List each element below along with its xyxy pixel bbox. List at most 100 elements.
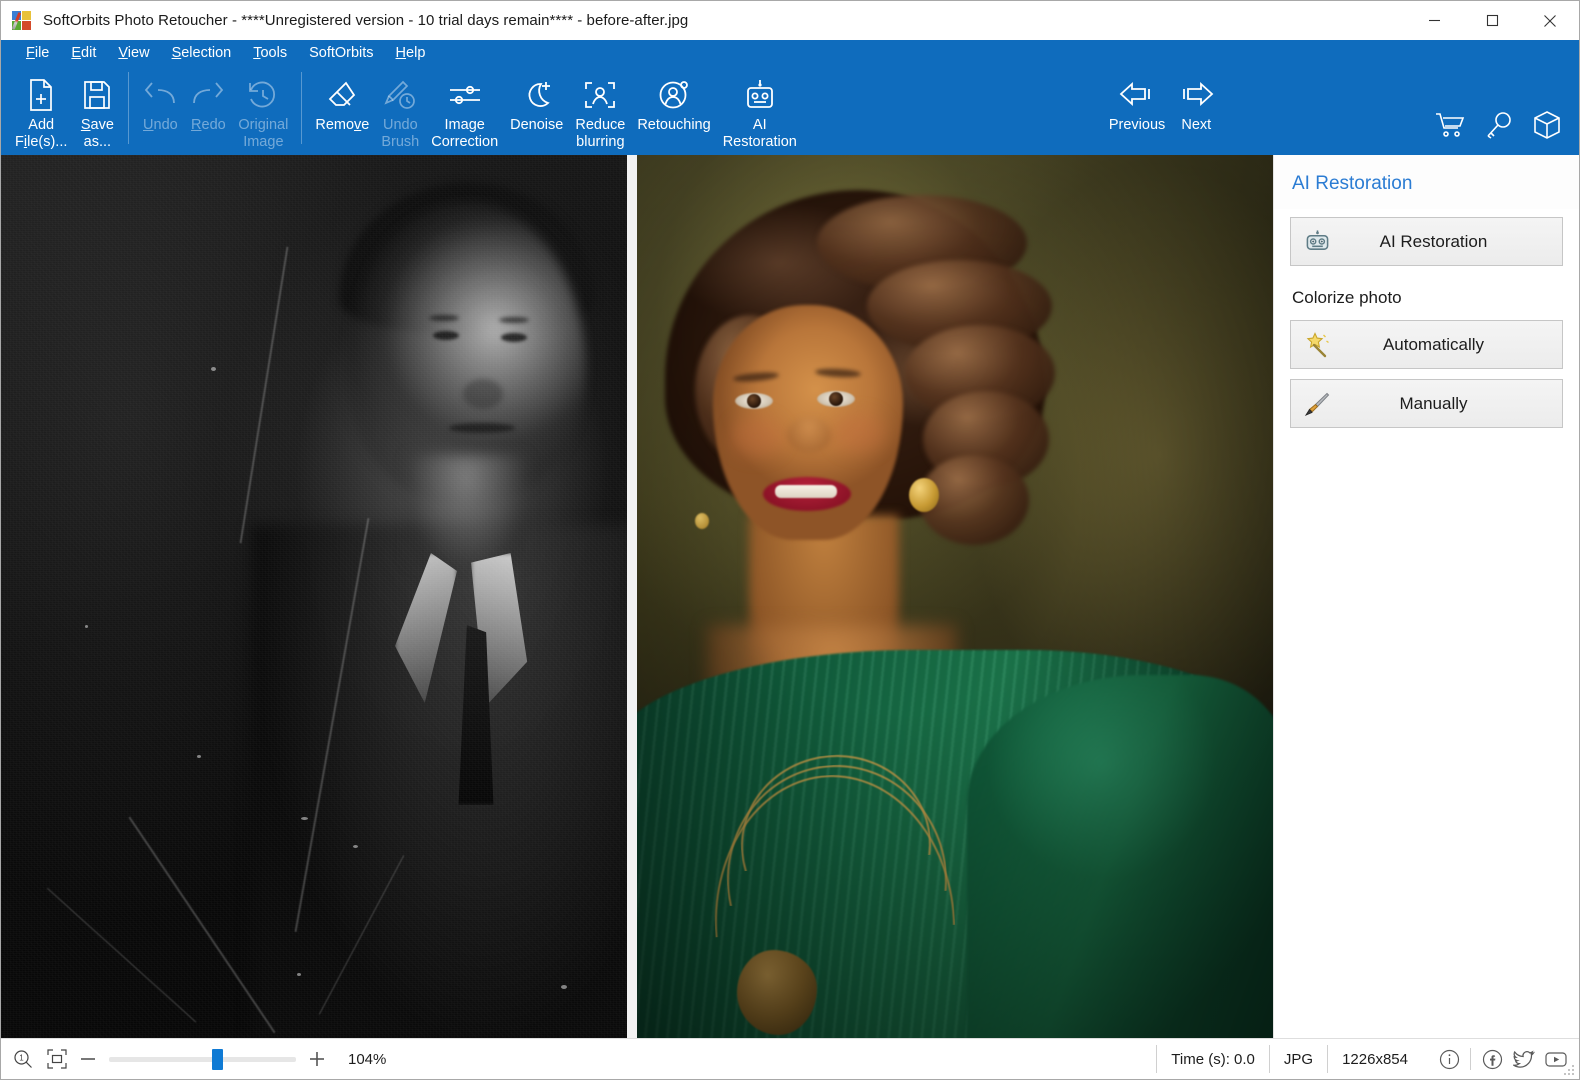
previous-label: Previous [1109, 117, 1165, 134]
menu-item-help[interactable]: Help [385, 43, 437, 63]
facebook-icon[interactable] [1477, 1045, 1507, 1073]
remove-button[interactable]: Remove [309, 66, 375, 155]
colorize-automatically-button[interactable]: Automatically [1290, 320, 1563, 369]
colorize-manually-label: Manually [1291, 394, 1562, 414]
menu-bar: File Edit View Selection Tools SoftOrbit… [1, 40, 1579, 66]
box-icon[interactable] [1533, 111, 1561, 144]
retouching-label: Retouching [637, 117, 710, 134]
window-controls [1405, 1, 1579, 40]
tool-options-panel: AI Restoration AI Restoration [1273, 155, 1579, 1038]
add-files-label: AddFile(s)... [15, 117, 67, 151]
previous-button[interactable]: Previous [1103, 66, 1171, 155]
zoom-slider-track [109, 1057, 296, 1062]
info-icon[interactable] [1434, 1045, 1464, 1073]
menu-item-file[interactable]: File [15, 43, 60, 63]
robot-icon [1304, 229, 1330, 255]
image-canvas[interactable] [1, 155, 1273, 1038]
undo-icon [143, 75, 177, 115]
application-window: SoftOrbits Photo Retoucher - ****Unregis… [0, 0, 1580, 1080]
menu-item-softorbits[interactable]: SoftOrbits [298, 43, 384, 63]
colorize-section-label: Colorize photo [1292, 288, 1563, 308]
undo-button[interactable]: Undo [136, 66, 184, 155]
menu-item-selection[interactable]: Selection [161, 43, 243, 63]
format-status: JPG [1269, 1045, 1327, 1073]
undo-brush-button[interactable]: UndoBrush [375, 66, 425, 155]
reduce-blurring-label: Reduceblurring [575, 117, 625, 151]
save-as-icon [82, 75, 112, 115]
dimensions-status: 1226x854 [1327, 1045, 1422, 1073]
next-button[interactable]: Next [1171, 66, 1221, 155]
maximize-button[interactable] [1463, 1, 1521, 40]
toolbar-group-history: Undo Redo OriginalImage [136, 66, 294, 155]
menu-item-edit[interactable]: Edit [60, 43, 107, 63]
redo-label: Redo [191, 117, 226, 134]
zoom-out-button[interactable] [71, 1045, 105, 1073]
before-image[interactable] [1, 155, 627, 1038]
svg-text:1: 1 [19, 1054, 24, 1063]
add-file-icon [26, 75, 56, 115]
cart-icon[interactable] [1435, 111, 1465, 144]
menu-label-softorbits: SoftOrbits [309, 45, 373, 61]
moon-sparkle-icon [521, 75, 553, 115]
robot-icon [745, 75, 775, 115]
toolbar-group-navigation: Previous Next [1103, 66, 1221, 155]
status-bar: 1 104% Time (s): 0.0 JPG 1226x854 [1, 1038, 1579, 1079]
status-icon-divider [1470, 1048, 1471, 1070]
panel-body: AI Restoration Colorize photo Automatica… [1274, 209, 1579, 438]
main-toolbar: AddFile(s)... Saveas... Undo [1, 66, 1579, 155]
key-icon[interactable] [1485, 111, 1513, 144]
window-title: SoftOrbits Photo Retoucher - ****Unregis… [43, 12, 688, 29]
toolbar-separator-1 [128, 72, 129, 144]
fit-to-window-icon[interactable] [43, 1045, 71, 1073]
zoom-actual-size-icon[interactable]: 1 [9, 1045, 37, 1073]
workspace: AI Restoration AI Restoration [1, 155, 1579, 1038]
image-correction-label: ImageCorrection [431, 117, 498, 151]
panel-ai-restoration-button[interactable]: AI Restoration [1290, 217, 1563, 266]
save-as-label: Saveas... [81, 117, 114, 151]
title-bar: SoftOrbits Photo Retoucher - ****Unregis… [1, 1, 1579, 40]
minimize-button[interactable] [1405, 1, 1463, 40]
ai-restoration-button[interactable]: AIRestoration [717, 66, 803, 155]
toolbar-group-tools: Remove UndoBrush ImageCo [309, 66, 803, 155]
before-film-grain [1, 155, 627, 1038]
undo-label: Undo [143, 117, 178, 134]
reduce-blurring-button[interactable]: Reduceblurring [569, 66, 631, 155]
focus-person-icon [584, 75, 616, 115]
colorize-automatically-label: Automatically [1291, 335, 1562, 355]
zoom-slider[interactable] [109, 1045, 296, 1073]
toolbar-group-file: AddFile(s)... Saveas... [9, 66, 121, 155]
remove-label: Remove [315, 117, 369, 134]
colorize-manually-button[interactable]: Manually [1290, 379, 1563, 428]
save-as-button[interactable]: Saveas... [73, 66, 121, 155]
menu-item-view[interactable]: View [107, 43, 160, 63]
denoise-button[interactable]: Denoise [504, 66, 569, 155]
zoom-slider-thumb[interactable] [212, 1049, 223, 1070]
panel-title: AI Restoration [1292, 173, 1579, 195]
next-label: Next [1181, 117, 1211, 134]
ai-restoration-label: AIRestoration [723, 117, 797, 151]
twitter-icon[interactable] [1509, 1045, 1539, 1073]
redo-button[interactable]: Redo [184, 66, 232, 155]
after-vignette [637, 155, 1273, 1038]
add-files-button[interactable]: AddFile(s)... [9, 66, 73, 155]
softorbits-logo-icon [11, 10, 33, 32]
original-image-button[interactable]: OriginalImage [232, 66, 294, 155]
time-status: Time (s): 0.0 [1156, 1045, 1269, 1073]
after-image[interactable] [637, 155, 1273, 1038]
retouching-button[interactable]: Retouching [631, 66, 716, 155]
status-bar-icons [1434, 1045, 1579, 1073]
image-correction-button[interactable]: ImageCorrection [425, 66, 504, 155]
close-button[interactable] [1521, 1, 1579, 40]
denoise-label: Denoise [510, 117, 563, 134]
toolbar-right-icons [1435, 111, 1561, 152]
magic-wand-icon [1304, 332, 1330, 358]
zoom-in-button[interactable] [300, 1045, 334, 1073]
redo-icon [191, 75, 225, 115]
menu-item-tools[interactable]: Tools [242, 43, 298, 63]
image-divider [627, 155, 637, 1038]
resize-grip[interactable] [1563, 1064, 1575, 1076]
arrow-right-icon [1177, 75, 1215, 115]
panel-header: AI Restoration [1274, 155, 1579, 209]
original-image-label: OriginalImage [238, 117, 288, 151]
menu-label-file: ile [35, 45, 50, 61]
